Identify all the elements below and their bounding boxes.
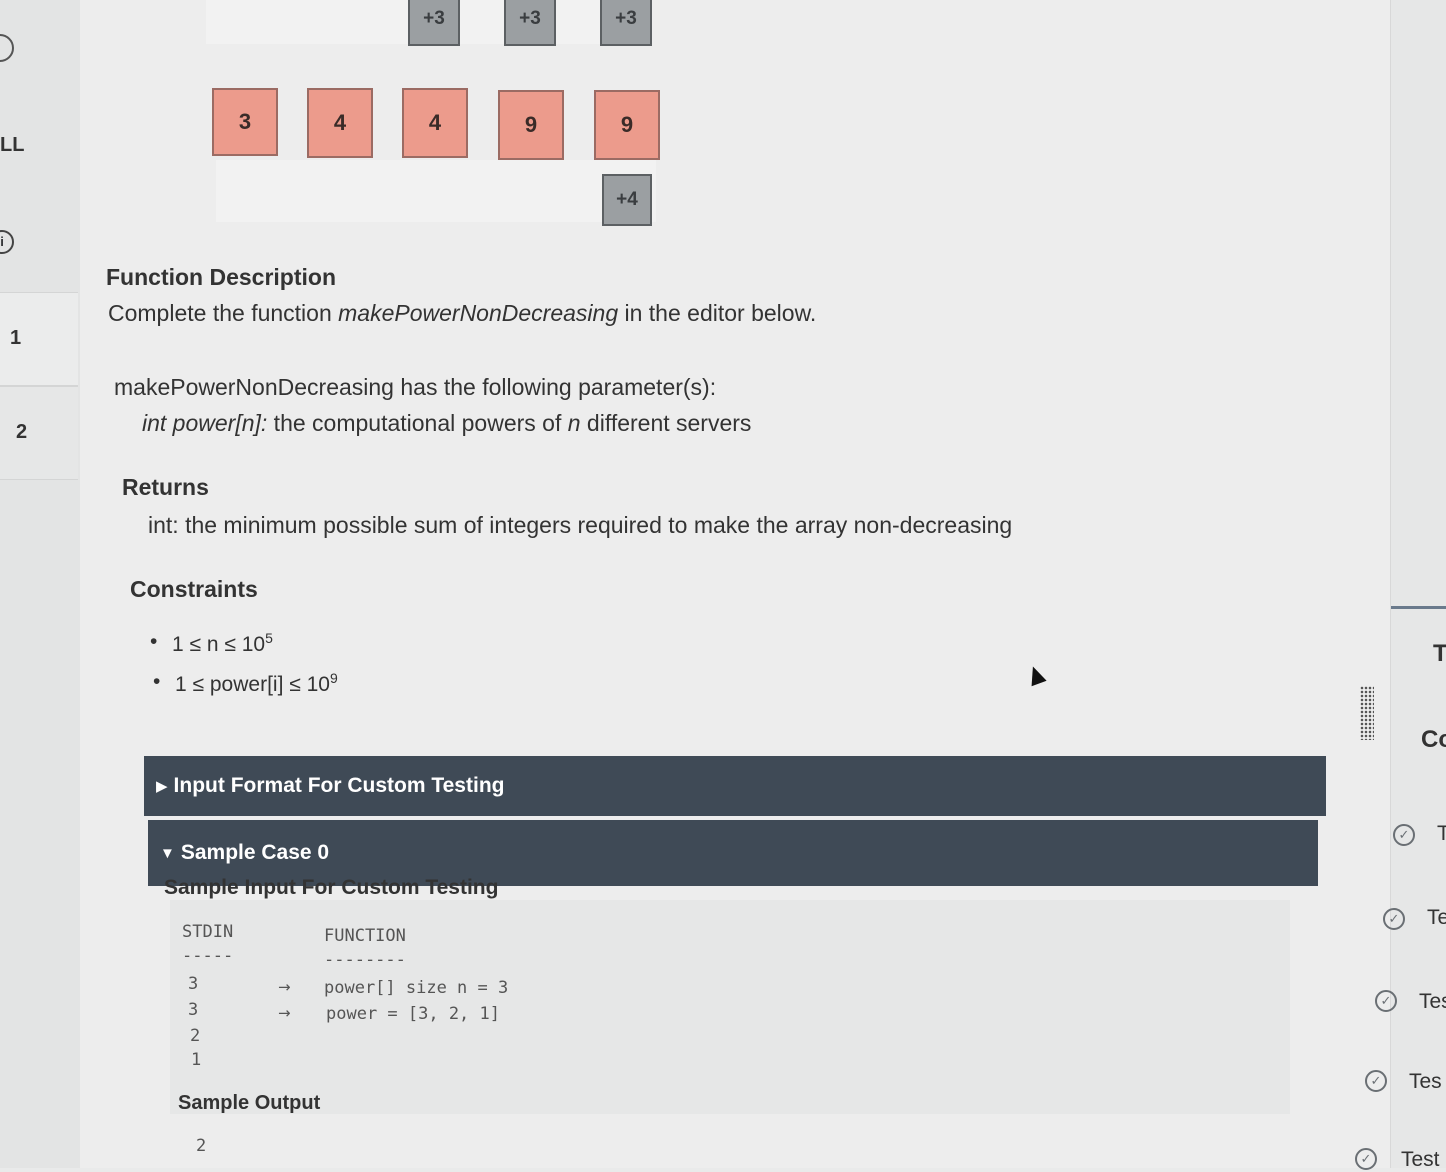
stdin-value: 2 — [190, 1026, 201, 1046]
input-format-label: Input Format For Custom Testing — [173, 774, 505, 797]
check-circle-icon: ✓ — [1365, 1070, 1387, 1092]
problem-description-panel: +3 +3 +3 3 4 4 9 9 +4 Function Descripti… — [80, 0, 1390, 1168]
constraint-item: 1 ≤ power[i] ≤ 109 — [153, 670, 338, 697]
mouse-pointer-icon — [1025, 663, 1047, 687]
question-number: 1 — [10, 327, 22, 349]
value-box: 4 — [307, 88, 373, 158]
returns-heading: Returns — [122, 474, 209, 500]
increment-box: +3 — [408, 0, 460, 46]
left-nav: LL i 1 2 — [0, 0, 80, 1168]
info-icon[interactable]: i — [0, 230, 14, 254]
nav-circle-icon[interactable] — [0, 34, 14, 62]
test-case-label-partial[interactable]: Test — [1401, 1148, 1440, 1172]
returns-text: int: the minimum possible sum of integer… — [148, 512, 1013, 538]
mapping-arrow-icon: → — [278, 1004, 291, 1022]
nav-question-1[interactable]: 1 — [0, 292, 78, 386]
check-circle-icon: ✓ — [1355, 1148, 1377, 1170]
value-box: 3 — [212, 88, 278, 156]
expand-arrow-icon: ▶ — [156, 778, 168, 795]
parameter-description: int power[n]: the computational powers o… — [142, 410, 752, 436]
function-name: makePowerNonDecreasing — [338, 300, 619, 326]
sample-input-heading: Sample Input For Custom Testing — [164, 876, 499, 899]
sample-case-label: Sample Case 0 — [180, 841, 330, 864]
nav-label-partial: LL — [0, 134, 25, 156]
value-box: 9 — [594, 90, 660, 160]
right-panel-subtitle-partial: Co — [1421, 726, 1446, 753]
function-line: power[] size n = 3 — [324, 978, 509, 998]
check-circle-icon: ✓ — [1383, 908, 1405, 930]
right-panel: T Co ✓ T ✓ Te ✓ Tes ✓ Tes ✓ Test — [1355, 0, 1446, 1171]
check-circle-icon: ✓ — [1375, 990, 1397, 1012]
question-number: 2 — [16, 421, 28, 443]
function-column-header: FUNCTION — [324, 926, 406, 946]
right-panel-title-partial: T — [1433, 640, 1446, 667]
sample-output-value: 2 — [196, 1136, 207, 1156]
check-circle-icon: ✓ — [1393, 824, 1415, 846]
stdin-value: 3 — [188, 974, 199, 994]
input-format-toggle[interactable]: ▶ Input Format For Custom Testing — [144, 756, 1326, 816]
function-rule: -------- — [324, 950, 406, 970]
panel-resize-handle[interactable] — [1360, 686, 1374, 740]
collapse-arrow-icon: ▼ — [160, 844, 175, 862]
constraints-heading: Constraints — [130, 576, 258, 602]
stdin-column-header: STDIN — [182, 922, 234, 942]
sample-output-heading: Sample Output — [178, 1092, 321, 1114]
function-line: power = [3, 2, 1] — [326, 1004, 500, 1024]
diagram-background — [216, 160, 656, 222]
mapping-arrow-icon: → — [278, 978, 291, 996]
test-case-label-partial[interactable]: Tes — [1409, 1070, 1442, 1094]
test-case-label-partial[interactable]: Tes — [1419, 990, 1446, 1014]
value-box: 4 — [402, 88, 468, 158]
nav-question-2[interactable]: 2 — [0, 386, 78, 480]
function-description-intro: Complete the function makePowerNonDecrea… — [108, 300, 817, 326]
value-box: 9 — [498, 90, 564, 160]
constraint-item: 1 ≤ n ≤ 105 — [150, 630, 273, 657]
increment-box: +4 — [602, 174, 652, 226]
test-case-label-partial[interactable]: T — [1437, 822, 1446, 846]
panel-divider — [1391, 606, 1446, 609]
test-case-label-partial[interactable]: Te — [1427, 906, 1446, 930]
function-description-heading: Function Description — [106, 264, 336, 290]
increment-box: +3 — [504, 0, 556, 46]
stdin-value: 1 — [191, 1050, 202, 1070]
increment-box: +3 — [600, 0, 652, 46]
parameters-line: makePowerNonDecreasing has the following… — [114, 374, 717, 400]
stdin-rule: ----- — [182, 946, 234, 966]
stdin-value: 3 — [188, 1000, 199, 1020]
